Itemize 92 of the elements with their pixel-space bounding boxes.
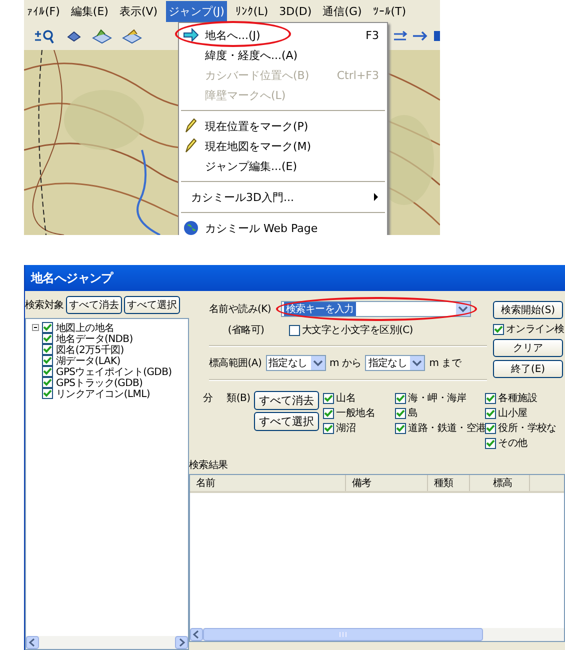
menu-item[interactable]: 緯度・経度へ...(A) (179, 45, 387, 65)
layer-icon (122, 28, 142, 44)
section-label: 検索結果 (189, 458, 229, 472)
elevation-dropdown[interactable]: 指定なし (266, 355, 326, 371)
checkbox-label[interactable]: 各種施設 (498, 391, 537, 405)
pencil-icon (183, 138, 197, 154)
checkbox[interactable] (323, 392, 334, 404)
checkbox-label[interactable]: 役所・学校な (498, 421, 556, 435)
submenu-arrow-icon (373, 193, 379, 201)
checkbox-label[interactable]: 大文字と小文字を区別(C) (302, 323, 413, 337)
checkbox[interactable] (42, 377, 53, 388)
globe-icon (183, 220, 199, 235)
field-label: 分 (203, 392, 213, 406)
menu-item[interactable]: ｧｲﾙ(F) (24, 2, 63, 20)
right-arrow-icon (411, 29, 429, 43)
menu-item[interactable]: カシミール3D入門... (179, 187, 387, 207)
square-icon (432, 29, 440, 43)
checkbox-label[interactable]: 一般地名 (336, 406, 375, 420)
menu-item[interactable]: 地名へ...(J) F3 (179, 25, 387, 45)
menu-item[interactable]: 通信(G) (320, 0, 365, 22)
checkbox[interactable] (42, 366, 53, 377)
field-label: 名前や読み(K) (209, 302, 271, 316)
checkbox[interactable] (485, 408, 496, 418)
field-label: 標高範囲(A) (209, 356, 262, 370)
checkbox[interactable] (323, 422, 334, 434)
select-all-button[interactable]: すべて選択 (124, 296, 180, 314)
tree-item[interactable]: 湖データ(LAK) (56, 354, 120, 368)
checkbox-label[interactable]: 湖沼 (336, 421, 356, 435)
checkbox[interactable] (323, 408, 334, 418)
action-button[interactable]: 検索開始(S) (493, 301, 563, 319)
checkbox[interactable] (42, 333, 53, 344)
scroll-left-icon (26, 636, 39, 649)
unit-label: m から (330, 357, 362, 370)
tree-item[interactable]: 図名(2万5千図) (56, 342, 124, 356)
select-all-button[interactable]: すべて選択 (254, 412, 320, 431)
menu-item[interactable]: カシミール Web Page (179, 218, 387, 235)
column-header[interactable]: 備考 (346, 475, 428, 491)
action-button[interactable]: 終了(E) (493, 360, 563, 378)
menu-item[interactable]: ﾂｰﾙ(T) (370, 2, 410, 20)
checkbox[interactable] (485, 438, 496, 448)
tree-item[interactable]: GPSトラック(GDB) (56, 376, 143, 390)
scroll-left-icon (190, 628, 203, 641)
note-label: (省略可) (226, 324, 266, 337)
scroll-right-icon (175, 636, 188, 649)
clear-button[interactable]: すべて消去 (254, 391, 320, 410)
elevation-dropdown[interactable]: 指定なし (365, 355, 426, 371)
checkbox-label[interactable]: 海・岬・海岸 (408, 391, 466, 405)
menu-item[interactable]: 3D(D) (276, 2, 315, 20)
tree-item[interactable]: GPSウェイポイント(GDB) (56, 364, 172, 378)
checkbox[interactable] (42, 344, 53, 355)
tree-item[interactable]: 地図上の地名 (56, 320, 114, 334)
checkbox-label[interactable]: その他 (498, 436, 528, 450)
clear-button[interactable]: すべて消去 (66, 296, 122, 314)
field-label: 類(B) (226, 392, 250, 406)
checkbox-label[interactable]: オンライン検 (506, 322, 564, 336)
column-header[interactable]: 名前 (190, 475, 346, 491)
action-button[interactable]: クリア (493, 339, 563, 357)
tree-item[interactable]: 地名データ(NDB) (56, 332, 133, 346)
checkbox[interactable] (395, 422, 406, 434)
section-label: 検索対象 (25, 298, 64, 312)
tree-item[interactable]: リンクアイコン(LML) (56, 386, 150, 400)
unit-label: m まで (429, 357, 462, 370)
menu-item[interactable]: 編集(E) (68, 0, 112, 22)
checkbox[interactable] (289, 324, 300, 336)
column-header[interactable]: 種類 (428, 475, 470, 491)
checkbox-label[interactable]: 山小屋 (498, 406, 528, 420)
checkbox-label[interactable]: 山名 (336, 391, 356, 405)
checkbox[interactable] (42, 322, 53, 333)
double-arrow-icon (394, 31, 408, 41)
checkbox-label[interactable]: 島 (408, 406, 418, 420)
zoom-icon (34, 28, 56, 44)
checkbox[interactable] (493, 324, 504, 334)
name-combo-box[interactable]: 検索キーを入力 (280, 301, 471, 317)
diamond-icon (66, 29, 82, 43)
menu-item[interactable]: 表示(V) (116, 0, 161, 22)
arrow-icon (183, 28, 199, 42)
checkbox[interactable] (42, 388, 53, 399)
checkbox[interactable] (395, 392, 406, 404)
column-header[interactable]: 標高 (470, 475, 530, 491)
menu-item[interactable]: ジャンプ編集...(E) (179, 156, 387, 176)
menu-item[interactable]: ﾘﾝｸ(L) (232, 2, 272, 20)
layer-icon (92, 28, 112, 44)
checkbox[interactable] (42, 355, 53, 366)
menu-item[interactable]: ジャンプ(J) (166, 0, 228, 22)
menu-item[interactable]: 現在地図をマーク(M) (179, 136, 387, 156)
checkbox-label[interactable]: 道路・鉄道・空港 (408, 421, 486, 435)
pencil-icon (183, 118, 197, 134)
menu-item[interactable]: 現在位置をマーク(P) (179, 116, 387, 136)
window-title: 地名へジャンプ (25, 265, 565, 291)
checkbox[interactable] (485, 392, 496, 404)
checkbox[interactable] (485, 422, 496, 434)
checkbox[interactable] (395, 408, 406, 418)
